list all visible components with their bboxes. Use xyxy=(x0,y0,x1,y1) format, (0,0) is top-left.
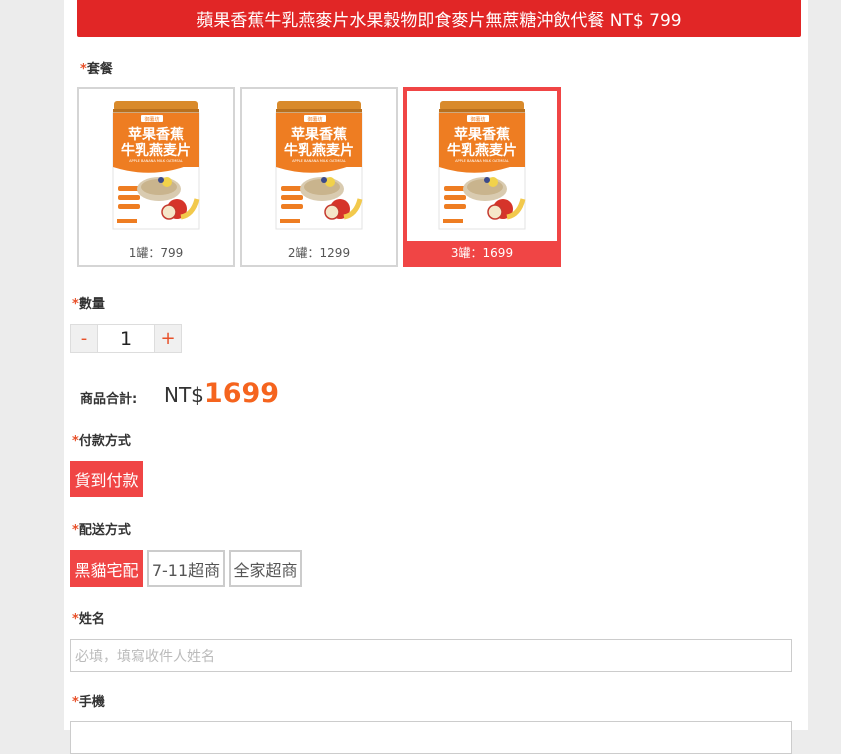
product-can-image xyxy=(81,91,231,241)
package-option-caption: 3罐：1699 xyxy=(450,246,514,260)
shipping-option-family[interactable]: 全家超商 xyxy=(229,550,302,587)
quantity-stepper: - 1 + xyxy=(70,324,182,353)
package-label: *套餐 xyxy=(80,62,113,77)
name-input[interactable]: 必填，填寫收件人姓名 xyxy=(70,639,792,672)
payment-option-cod[interactable]: 貨到付款 xyxy=(70,461,143,497)
package-option-caption: 1罐：799 xyxy=(128,246,184,260)
product-title: 蘋果香蕉牛乳燕麥片水果穀物即食麥片無蔗糖沖飲代餐 NT$ 799 xyxy=(196,11,682,31)
total-label: 商品合計: xyxy=(80,392,138,407)
quantity-input[interactable]: 1 xyxy=(97,325,155,352)
quantity-label: *數量 xyxy=(72,297,105,312)
total-price: NT$ 1699 xyxy=(164,378,279,414)
product-title-bar: 蘋果香蕉牛乳燕麥片水果穀物即食麥片無蔗糖沖飲代餐 NT$ 799 xyxy=(77,0,801,37)
shipping-option-711[interactable]: 7-11超商 xyxy=(147,550,225,587)
shipping-option-tcat[interactable]: 黑貓宅配 xyxy=(70,550,143,587)
package-option-3[interactable]: 3罐：1699 xyxy=(403,87,561,267)
phone-label: *手機 xyxy=(72,695,105,710)
shipping-label: *配送方式 xyxy=(72,523,131,538)
package-option-caption: 2罐：1299 xyxy=(287,246,351,260)
package-option-1[interactable]: 1罐：799 xyxy=(77,87,235,267)
package-option-2[interactable]: 2罐：1299 xyxy=(240,87,398,267)
product-can-image xyxy=(244,91,394,241)
quantity-minus-button[interactable]: - xyxy=(71,325,97,352)
name-label: *姓名 xyxy=(72,612,105,627)
payment-label: *付款方式 xyxy=(72,434,131,449)
product-can-image xyxy=(407,91,557,241)
total-currency: NT$ xyxy=(164,383,204,407)
quantity-plus-button[interactable]: + xyxy=(155,325,181,352)
total-amount: 1699 xyxy=(203,378,280,409)
phone-input[interactable] xyxy=(70,721,792,754)
